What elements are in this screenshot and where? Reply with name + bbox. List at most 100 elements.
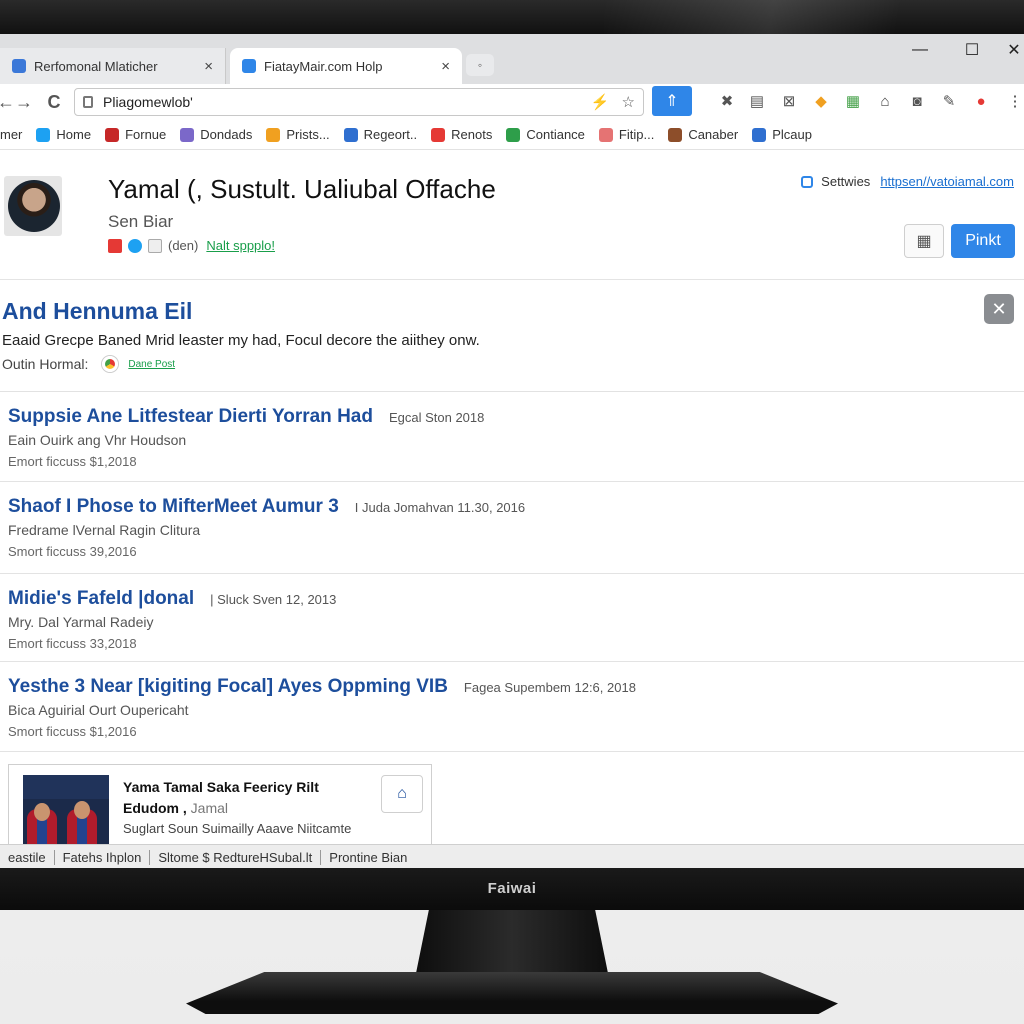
reload-icon[interactable]: C [40,88,68,116]
result-meta: Smort ficcuss 39,2016 [8,544,137,559]
minimize-icon[interactable]: — [900,38,940,62]
avatar[interactable] [4,176,62,236]
result-item: Yesthe 3 Near [kigiting Focal] Ayes Oppm… [0,662,1024,752]
player-head [34,803,50,821]
bookmark-icon [180,127,195,142]
bookmark-label: mer [0,127,23,142]
bookmark-item[interactable]: mer [0,127,22,142]
bookmark-label: Home [56,127,92,142]
tab-favicon [242,59,256,73]
bookmark-item[interactable]: Plcaup [752,127,812,142]
result-date: Egcal Ston 2018 [388,410,485,425]
shapes-icon[interactable]: ◆ [810,90,832,112]
bookmark-icon [752,127,767,142]
bookmark-label: Regeort.. [363,127,418,142]
monitor-screen: Rerfomonal Mlaticher × FiatayMair.com Ho… [0,34,1024,870]
bookmark-label: Dondads [200,127,253,142]
bookmark-label: Prists... [286,127,330,142]
result-author: Eain Ouirk ang Vhr Houdson [8,432,187,448]
bookmark-label: Renots [451,127,493,142]
primary-action-button[interactable]: Pinkt [951,224,1015,258]
status-item[interactable]: Fatehs Ihplon [55,850,151,865]
profile-meta: (den) Nalt sppplo! [108,238,275,253]
result-meta: Emort ficcuss 33,2018 [8,636,137,651]
result-author: Fredrame lVernal Ragin Clitura [8,522,201,538]
bookmark-item[interactable]: Home [36,127,91,142]
bookmark-label: Plcaup [772,127,812,142]
new-tab-icon[interactable]: ◦ [466,54,494,76]
window-close-icon[interactable]: ✕ [994,38,1024,62]
card-title[interactable]: Yama Tamal Saka Feericy Rilt Edudom , Ja… [123,777,353,819]
result-author: Bica Aguirial Ourt Oupericaht [8,702,189,718]
record-icon[interactable]: ● [970,90,992,112]
tab-favicon [12,59,26,73]
bookmark-item[interactable]: Fitip... [598,127,654,142]
tab-inactive[interactable]: Rerfomonal Mlaticher × [0,48,226,84]
card-action-icon[interactable]: ⌂ [381,775,423,813]
status-item[interactable]: Prontine Bian [321,850,415,865]
settings-label[interactable]: Settwies [821,174,870,189]
result-title[interactable]: Shaof I Phose to MifterMeet Aumur 3 [8,496,339,518]
grid-view-button[interactable]: ▦ [904,224,944,258]
status-bar: eastile Fatehs Ihplon Sltome $ RedtureHSub… [0,844,1024,870]
tab-label: FiatayMair.com Holp [264,58,383,74]
bookmark-icon [506,127,521,142]
maximize-icon[interactable]: ☐ [952,38,992,62]
avatar-photo [8,180,60,232]
bookmark-item[interactable]: Regeort.. [343,127,418,142]
menu-icon[interactable]: ⋮ [1004,90,1024,112]
highlight-text: Eaaid Grecpe Baned Mrid leaster my had, … [2,332,480,349]
highlight-link[interactable]: Dane Post [128,359,175,370]
bookmark-icon [36,127,51,142]
monitor-brand: Faiwai [487,880,537,897]
camera-icon[interactable]: ◙ [906,90,928,112]
profile-meta-text: (den) [168,238,199,253]
result-title[interactable]: Midie's Fafeld |donal [8,588,194,610]
tab-label: Rerfomonal Mlaticher [34,58,158,74]
forward-icon[interactable]: → [10,88,38,116]
address-input[interactable] [103,94,579,110]
result-item: Midie's Fafeld |donal | Sluck Sven 12, 20… [0,574,1024,662]
bookmark-label: Canaber [688,127,739,142]
status-item[interactable]: eastile [0,850,55,865]
bookmark-item[interactable]: Fornue [105,127,166,142]
x-icon[interactable]: ✖ [716,90,738,112]
card-text: Suglart Soun Suimailly Aaave Niitcamte [123,821,352,836]
lock-icon [83,96,93,108]
star-icon[interactable]: ☆ [622,93,635,111]
home-icon[interactable]: ⌂ [874,90,896,112]
result-title[interactable]: Suppsie Ane Litfestear Dierti Yorran Had [8,406,373,428]
pen-icon[interactable]: ✎ [938,90,960,112]
bookmark-item[interactable]: Contiance [506,127,585,142]
bookmark-label: Contiance [526,127,585,142]
tab-close-icon[interactable]: × [204,58,213,75]
browser-toolbar: ← → C ⚡ ☆ ⇑ ✖▤⊠◆▦⌂◙✎●⋮ [0,84,1024,120]
address-bar[interactable]: ⚡ ☆ [74,88,644,116]
camera-icon [148,238,162,253]
result-title[interactable]: Yesthe 3 Near [kigiting Focal] Ayes Oppm… [8,676,448,698]
bookmarks-bar: mer Home Fornue Dondads Prists... Regeort.. Re… [0,120,1024,150]
profile-url-link[interactable]: httpsen//vatoiamal.com [880,174,1014,189]
bookmark-item[interactable]: Dondads [180,127,252,142]
tab-close-icon[interactable]: × [441,58,450,75]
result-meta: Smort ficcuss $1,2016 [8,724,137,739]
status-item[interactable]: Sltome $ RedtureHSubal.lt [150,850,322,865]
extension-primary-button[interactable]: ⇑ [652,86,692,116]
lightning-icon[interactable]: ⚡ [591,93,610,111]
box-x-icon[interactable]: ⊠ [778,90,800,112]
puzzle-icon[interactable]: ▦ [842,90,864,112]
close-icon[interactable]: ✕ [984,294,1014,324]
bookmark-item[interactable]: Prists... [266,127,330,142]
photo-stage: Rerfomonal Mlaticher × FiatayMair.com Ho… [0,0,1024,1024]
bookmark-item[interactable]: Canaber [668,127,738,142]
result-item: Shaof I Phose to MifterMeet Aumur 3 I Jud… [0,482,1024,574]
profile-header: Yamal (, Sustult. Ualiubal Offache Sen B… [0,150,1024,280]
bookmark-icon[interactable]: ▤ [746,90,768,112]
mail-icon [108,238,122,253]
bookmark-item[interactable]: Renots [431,127,492,142]
highlight-title[interactable]: And Hennuma Eil [2,298,192,325]
profile-meta-link[interactable]: Nalt sppplo! [206,238,275,253]
monitor-stand-base [186,972,838,1014]
tab-active[interactable]: FiatayMair.com Holp × [230,48,462,84]
result-head: Suppsie Ane Litfestear Dierti Yorran Had… [8,406,484,428]
